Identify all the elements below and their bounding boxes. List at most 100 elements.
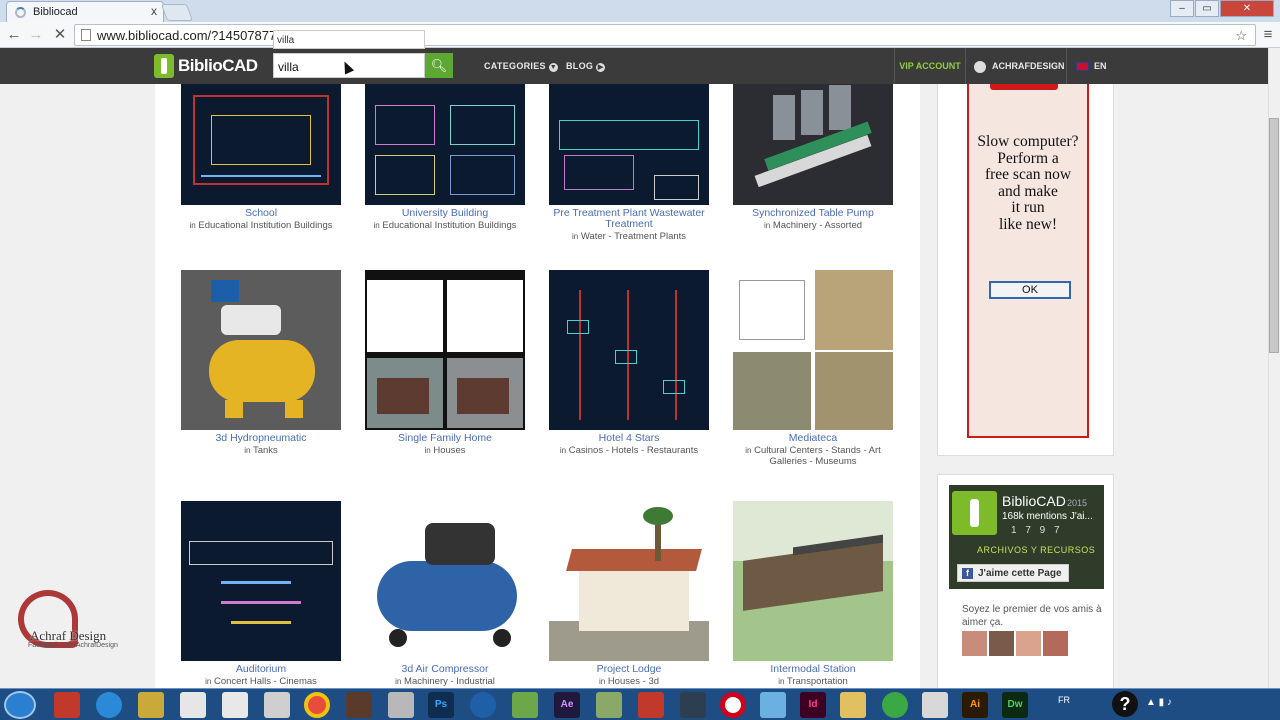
paint-icon[interactable] — [760, 692, 786, 718]
site-logo[interactable]: BiblioCAD — [154, 54, 258, 78]
card-title[interactable]: School — [181, 208, 341, 219]
account-menu[interactable]: ACHRAFDESIGN — [966, 48, 1067, 84]
after-effects-icon[interactable]: Ae — [554, 692, 580, 718]
result-card[interactable]: Pre Treatment Plant Wastewater Treatment… — [549, 84, 709, 242]
minimize-button[interactable]: – — [1170, 0, 1194, 17]
maximize-button[interactable]: ▭ — [1195, 0, 1219, 17]
card-category[interactable]: in Tanks — [181, 445, 341, 456]
search-suggestion[interactable]: villa — [273, 30, 425, 49]
result-card[interactable]: School in Educational Institution Buildi… — [181, 84, 341, 231]
card-category[interactable]: in Water - Treatment Plants — [549, 231, 709, 242]
help-icon[interactable]: ? — [1112, 691, 1138, 717]
card-thumbnail[interactable] — [181, 270, 341, 430]
card-title[interactable]: Project Lodge — [549, 664, 709, 675]
flash-icon[interactable] — [638, 692, 664, 718]
friend-avatar[interactable] — [962, 631, 987, 656]
card-title[interactable]: University Building — [365, 208, 525, 219]
browser-tab[interactable]: Bibliocad x — [6, 1, 164, 22]
card-thumbnail[interactable] — [733, 270, 893, 430]
photoshop-icon[interactable]: Ps — [428, 692, 454, 718]
explorer-icon[interactable] — [138, 692, 164, 718]
card-category[interactable]: in Casinos - Hotels - Restaurants — [549, 445, 709, 456]
language-indicator[interactable]: FR — [1058, 695, 1070, 705]
result-card[interactable]: Hotel 4 Stars in Casinos - Hotels - Rest… — [549, 270, 709, 456]
nav-categories[interactable]: CATEGORIES ▼ — [484, 48, 558, 84]
card-thumbnail[interactable] — [181, 501, 341, 661]
card-thumbnail[interactable] — [365, 270, 525, 430]
card-title[interactable]: Mediateca — [733, 433, 893, 444]
result-card[interactable]: Project Lodge in Houses - 3d — [549, 501, 709, 687]
search-button[interactable]: 🔍︎ — [425, 53, 453, 78]
result-card[interactable]: 3d Hydropneumatic in Tanks — [181, 270, 341, 456]
archicad-icon[interactable] — [346, 692, 372, 718]
app-icon[interactable] — [922, 692, 948, 718]
card-thumbnail[interactable] — [365, 501, 525, 661]
language-selector[interactable]: EN — [1068, 48, 1114, 84]
result-card[interactable]: Auditorium in Concert Halls - Cinemas — [181, 501, 341, 687]
card-category[interactable]: in Educational Institution Buildings — [181, 220, 341, 231]
folder-icon[interactable] — [840, 692, 866, 718]
address-bar[interactable]: www.bibliocad.com/?1450787760 ☆ — [74, 24, 1256, 46]
result-card[interactable]: Single Family Home in Houses — [365, 270, 525, 456]
card-category[interactable]: in Cultural Centers - Stands - Art Galle… — [733, 445, 893, 467]
app-icon[interactable] — [512, 692, 538, 718]
card-category[interactable]: in Transportation — [733, 676, 893, 687]
start-button[interactable] — [4, 691, 36, 719]
app-icon[interactable] — [264, 692, 290, 718]
card-category[interactable]: in Educational Institution Buildings — [365, 220, 525, 231]
fb-like-button[interactable]: f J'aime cette Page — [957, 564, 1069, 582]
card-thumbnail[interactable] — [733, 84, 893, 205]
card-category[interactable]: in Machinery - Industrial — [365, 676, 525, 687]
result-card[interactable]: Intermodal Station in Transportation — [733, 501, 893, 687]
ie-icon[interactable] — [96, 692, 122, 718]
popup-advertisement[interactable]: Slow computer? Perform a free scan now a… — [967, 84, 1089, 438]
ultraviewer-icon[interactable] — [388, 692, 414, 718]
result-card[interactable]: Mediateca in Cultural Centers - Stands -… — [733, 270, 893, 467]
result-card[interactable]: 3d Air Compressor in Machinery - Industr… — [365, 501, 525, 687]
card-thumbnail[interactable] — [549, 84, 709, 205]
friend-avatar[interactable] — [1016, 631, 1041, 656]
star-icon[interactable]: ☆ — [1235, 28, 1247, 44]
illustrator-icon[interactable]: Ai — [962, 692, 988, 718]
fb-page-name[interactable]: BiblioCAD — [1002, 493, 1066, 509]
app-icon[interactable] — [680, 692, 706, 718]
forward-button[interactable]: → — [26, 25, 46, 45]
back-button[interactable]: ← — [4, 25, 24, 45]
result-card[interactable]: University Building in Educational Insti… — [365, 84, 525, 231]
opera-icon[interactable] — [720, 692, 746, 718]
indesign-icon[interactable]: Id — [800, 692, 826, 718]
card-thumbnail[interactable] — [181, 84, 341, 205]
card-title[interactable]: 3d Air Compressor — [365, 664, 525, 675]
app-icon[interactable] — [470, 692, 496, 718]
tab-close-button[interactable]: x — [151, 4, 157, 18]
card-thumbnail[interactable] — [549, 270, 709, 430]
facebook-cover[interactable]: BiblioCAD 2015 168k mentions J'ai... 1 7… — [949, 485, 1104, 589]
card-thumbnail[interactable] — [733, 501, 893, 661]
sketchup-icon[interactable] — [596, 692, 622, 718]
card-title[interactable]: Synchronized Table Pump — [733, 208, 893, 219]
card-category[interactable]: in Machinery - Assorted — [733, 220, 893, 231]
system-tray[interactable]: ▲ ▮ ♪ — [1146, 697, 1172, 708]
card-thumbnail[interactable] — [549, 501, 709, 661]
acrobat-icon[interactable] — [54, 692, 80, 718]
media-player-icon[interactable] — [180, 692, 206, 718]
card-category[interactable]: in Houses - 3d — [549, 676, 709, 687]
card-category[interactable]: in Concert Halls - Cinemas — [181, 676, 341, 687]
friend-avatar[interactable] — [1043, 631, 1068, 656]
friend-avatar[interactable] — [989, 631, 1014, 656]
card-title[interactable]: Intermodal Station — [733, 664, 893, 675]
card-category[interactable]: in Houses — [365, 445, 525, 456]
card-title[interactable]: Auditorium — [181, 664, 341, 675]
snipping-icon[interactable] — [222, 692, 248, 718]
scrollbar-thumb[interactable] — [1269, 118, 1279, 353]
result-card[interactable]: Synchronized Table Pump in Machinery - A… — [733, 84, 893, 231]
card-title[interactable]: Hotel 4 Stars — [549, 433, 709, 444]
utorrent-icon[interactable] — [882, 692, 908, 718]
new-tab-button[interactable] — [160, 4, 194, 21]
nav-blog[interactable]: BLOG ▶ — [566, 48, 606, 84]
close-window-button[interactable]: ✕ — [1220, 0, 1274, 17]
vip-account-link[interactable]: VIP ACCOUNT — [894, 48, 966, 84]
stop-button[interactable]: ✕ — [50, 25, 70, 45]
chrome-icon[interactable] — [304, 692, 330, 718]
card-thumbnail[interactable] — [365, 84, 525, 205]
